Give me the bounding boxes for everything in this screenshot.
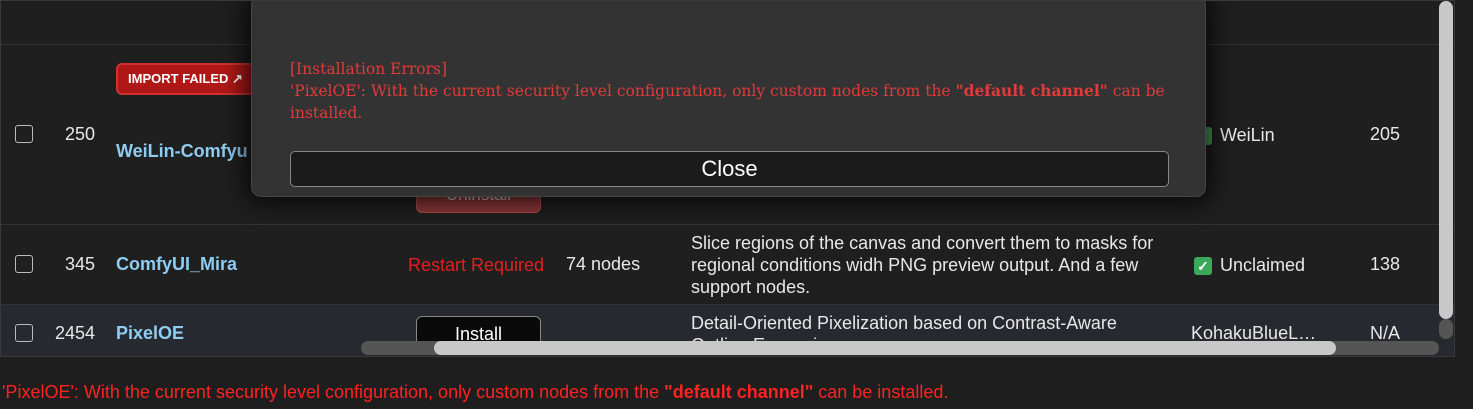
footer-text: 'PixelOE': With the current security lev…	[2, 382, 665, 402]
node-description: Slice regions of the canvas and convert …	[691, 233, 1154, 297]
stars-count: 138	[1370, 254, 1401, 274]
vertical-scrollbar-thumb[interactable]	[1439, 1, 1453, 319]
node-title-link[interactable]: ComfyUI_Mira	[116, 254, 237, 275]
import-failed-badge[interactable]: IMPORT FAILED ↗	[116, 63, 255, 95]
footer-text-suffix: can be installed.	[813, 382, 949, 402]
error-body: 'PixelOE': With the current security lev…	[290, 80, 1170, 124]
footer-emphasis: "default channel"	[664, 382, 814, 402]
error-heading: [Installation Errors]	[290, 60, 448, 78]
author-name: WeiLin	[1220, 125, 1275, 145]
author-name: Unclaimed	[1220, 255, 1306, 275]
error-message: [Installation Errors] 'PixelOE': With th…	[290, 58, 1170, 124]
author-cell: ✓ WeiLin	[1194, 125, 1275, 146]
row-id: 345	[64, 254, 95, 274]
custom-nodes-table: 250 WeiLin-Comfyu ✓ WeiLin 205 IMPORT FA…	[0, 0, 1455, 357]
row-id: 250	[64, 124, 95, 144]
table-row: 345 ComfyUI_Mira Restart Required 74 nod…	[1, 225, 1454, 305]
author-cell: ✓ Unclaimed	[1194, 255, 1305, 276]
installation-error-dialog: [Installation Errors] 'PixelOE': With th…	[251, 1, 1206, 197]
row-checkbox[interactable]	[15, 125, 33, 143]
node-title-link[interactable]: PixelOE	[116, 323, 184, 344]
error-text: 'PixelOE': With the current security lev…	[290, 82, 956, 100]
row-id: 2454	[54, 323, 95, 343]
row-checkbox[interactable]	[15, 255, 33, 273]
close-button[interactable]: Close	[290, 151, 1169, 187]
stars-count: 205	[1370, 124, 1401, 144]
nodes-count: 74 nodes	[566, 254, 641, 274]
footer-error-message: 'PixelOE': With the current security lev…	[2, 382, 948, 403]
check-icon: ✓	[1194, 256, 1212, 275]
restart-required-status: Restart Required	[408, 255, 545, 275]
error-emphasis: "default channel"	[955, 81, 1108, 100]
horizontal-scrollbar-thumb[interactable]	[434, 341, 1336, 355]
node-title-link[interactable]: WeiLin-Comfyu	[116, 141, 248, 162]
vertical-scrollbar-track[interactable]	[1439, 319, 1453, 339]
row-checkbox[interactable]	[15, 324, 33, 342]
